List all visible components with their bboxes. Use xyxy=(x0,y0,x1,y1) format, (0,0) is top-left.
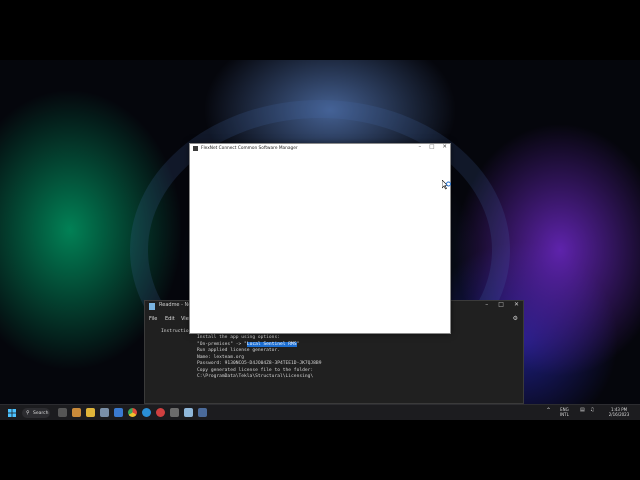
busy-cursor-icon xyxy=(442,180,451,190)
notepad-text-area[interactable]: Instructions: Install the app using opti… xyxy=(161,329,321,379)
task-view-icon[interactable] xyxy=(58,408,67,417)
taskbar-search[interactable]: ⚲ Search xyxy=(22,408,50,418)
text-segment: "On-premises" -> " xyxy=(197,341,247,347)
edge-icon[interactable] xyxy=(142,408,151,417)
opera-icon[interactable] xyxy=(156,408,165,417)
app-icon[interactable] xyxy=(170,408,179,417)
notepad-window-controls: – □ ✕ xyxy=(485,301,519,308)
menu-file[interactable]: File xyxy=(149,316,157,322)
letterbox-bottom xyxy=(0,420,640,480)
installer-app-icon xyxy=(193,146,198,151)
taskbar: ⚲ Search ⌃ ENG INTL ▤ ♫ 1:43 PM 2/16/202… xyxy=(0,404,640,420)
app-icon[interactable] xyxy=(114,408,123,417)
notepad-app-icon xyxy=(149,303,155,310)
installer-title: FlexNet Connect Common Software Manager xyxy=(201,146,298,151)
text-line: Name: lexteam.org xyxy=(197,354,245,360)
menu-edit[interactable]: Edit xyxy=(165,316,175,322)
settings-gear-icon[interactable]: ⚙ xyxy=(513,315,518,322)
close-icon[interactable]: ✕ xyxy=(514,301,519,308)
store-icon[interactable] xyxy=(100,408,109,417)
installer-titlebar[interactable]: FlexNet Connect Common Software Manager … xyxy=(190,144,450,154)
text-line: C:\ProgramData\Tekla\Structural\Licensin… xyxy=(197,374,314,379)
search-label: Search xyxy=(33,410,49,416)
chrome-icon[interactable] xyxy=(128,408,137,417)
clock-date: 2/16/2023 xyxy=(608,412,630,417)
minimize-icon[interactable]: – xyxy=(418,144,421,150)
chevron-up-icon[interactable]: ⌃ xyxy=(546,408,551,414)
region-code: INTL xyxy=(560,412,569,417)
network-icon[interactable]: ▤ xyxy=(580,408,585,413)
search-icon: ⚲ xyxy=(26,410,30,416)
text-line: Run applied license generator. xyxy=(197,348,280,353)
start-icon[interactable] xyxy=(8,409,16,417)
close-icon[interactable]: ✕ xyxy=(442,144,447,150)
installer-window-controls: – □ ✕ xyxy=(418,144,447,150)
text-segment: " xyxy=(296,341,300,347)
clock[interactable]: 1:43 PM 2/16/2023 xyxy=(606,407,632,417)
text-line: "On-premises" -> "Local Sentinel RMS" xyxy=(197,341,300,347)
text-line: Copy generated license file to the folde… xyxy=(197,367,314,373)
file-explorer-icon[interactable] xyxy=(86,408,95,417)
installer-window[interactable]: FlexNet Connect Common Software Manager … xyxy=(189,143,451,334)
text-line: Password: 9130NCO5-D4JO04Z8-3P4TEE1D-JK7… xyxy=(197,361,322,366)
letterbox-top xyxy=(0,0,640,60)
selected-text: Local Sentinel RMS xyxy=(246,341,297,347)
text-line: Install the app using options: xyxy=(197,335,280,340)
minimize-icon[interactable]: – xyxy=(485,301,488,308)
installer-taskbar-icon[interactable] xyxy=(198,408,207,417)
maximize-icon[interactable]: □ xyxy=(429,144,434,150)
maximize-icon[interactable]: □ xyxy=(498,301,504,308)
language-indicator[interactable]: ENG INTL xyxy=(560,407,569,417)
widgets-icon[interactable] xyxy=(72,408,81,417)
volume-icon[interactable]: ♫ xyxy=(590,408,594,413)
notepad-taskbar-icon[interactable] xyxy=(184,408,193,417)
